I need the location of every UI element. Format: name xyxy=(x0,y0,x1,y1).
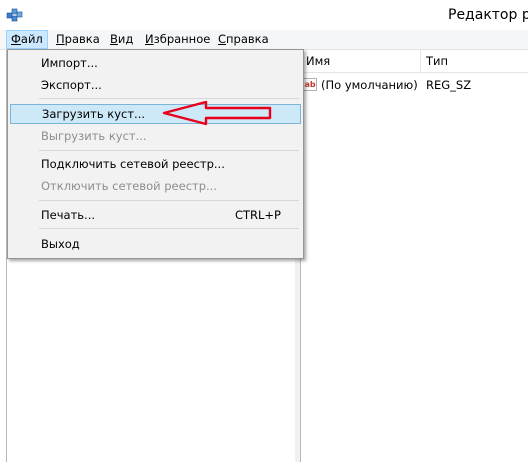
menu-item-export[interactable]: Экспорт... xyxy=(10,75,301,95)
menu-favorites-accesskey: И xyxy=(145,32,154,46)
string-value-icon: ab xyxy=(303,78,317,91)
menu-item-print-label: Печать... xyxy=(41,208,96,222)
menu-file[interactable]: Файл xyxy=(6,30,48,49)
registry-editor-icon xyxy=(6,6,24,24)
title-bar: Редактор р xyxy=(0,0,528,30)
menu-item-print[interactable]: Печать... CTRL+P xyxy=(10,205,301,225)
menu-item-disconnect-network-registry: Отключить сетевой реестр... xyxy=(41,179,217,193)
values-list-pane[interactable]: Имя Тип ab (По умолчанию) REG_SZ xyxy=(301,50,528,462)
values-list-header: Имя Тип xyxy=(301,50,528,73)
menu-file-accesskey: Ф xyxy=(11,32,21,46)
menu-item-unload-hive: Выгрузить куст... xyxy=(41,129,147,143)
arrow-path xyxy=(162,100,272,126)
menu-item-connect-network-registry[interactable]: Подключить сетевой реестр... xyxy=(10,154,301,174)
menu-view-label: ид xyxy=(117,32,134,46)
menu-view[interactable]: Вид xyxy=(106,31,137,48)
menu-separator xyxy=(39,98,299,99)
menu-edit-accesskey: П xyxy=(56,32,65,46)
value-type: REG_SZ xyxy=(426,78,472,92)
menu-favorites[interactable]: Избранное xyxy=(141,31,214,48)
table-row[interactable]: ab (По умолчанию) REG_SZ xyxy=(301,76,528,94)
menu-item-exit[interactable]: Выход xyxy=(10,234,301,254)
menu-help-label: правка xyxy=(226,32,269,46)
red-arrow-annotation xyxy=(162,100,272,126)
value-name: (По умолчанию) xyxy=(321,78,418,92)
menu-edit-label: равка xyxy=(64,32,100,46)
menu-view-accesskey: В xyxy=(110,32,118,46)
column-header-name[interactable]: Имя xyxy=(301,50,421,72)
menu-file-label: айл xyxy=(20,32,43,46)
menu-edit[interactable]: Правка xyxy=(52,31,104,48)
file-menu-dropdown: Импорт... Экспорт... Загрузить куст... В… xyxy=(7,49,304,259)
window-title: Редактор р xyxy=(448,7,528,23)
menu-favorites-label: збранное xyxy=(153,32,211,46)
menu-separator xyxy=(39,200,299,201)
menu-separator xyxy=(39,228,299,229)
column-header-type[interactable]: Тип xyxy=(421,50,526,72)
print-shortcut: CTRL+P xyxy=(234,208,281,222)
menu-item-import[interactable]: Импорт... xyxy=(10,53,301,73)
menu-separator xyxy=(39,150,299,151)
menu-bar: Файл Правка Вид Избранное Справка xyxy=(0,30,528,50)
menu-help-accesskey: С xyxy=(218,32,227,46)
menu-help[interactable]: Справка xyxy=(214,31,273,48)
